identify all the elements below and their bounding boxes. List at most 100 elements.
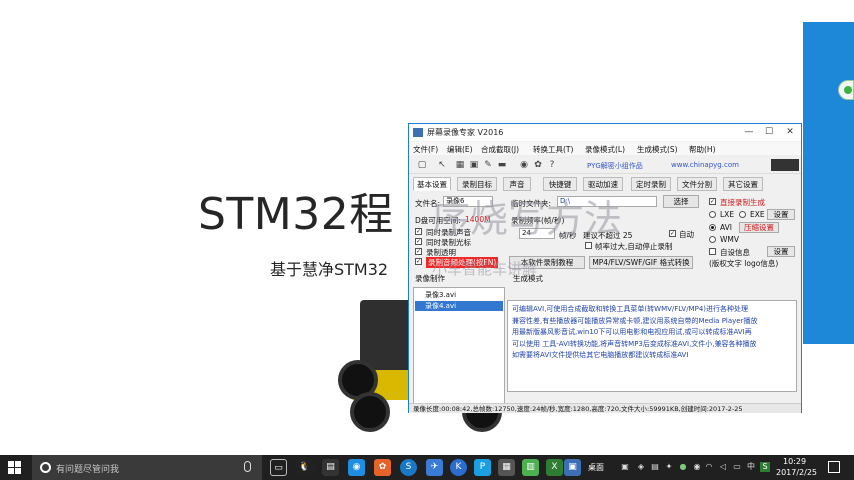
task-view-icon[interactable]: ▭ bbox=[270, 459, 287, 476]
info-line: 用最新版暴风影音试,win10下可以用电影和电视应用试,或可以转成标准AVI再 bbox=[512, 328, 752, 336]
info-line: 可以使用 工具-AVI转换功能,将声音转MP3后变成标准AVI,文件小,兼容各种… bbox=[512, 339, 757, 348]
app-icon[interactable]: ▥ bbox=[522, 459, 539, 476]
wrench-icon[interactable]: ✎ bbox=[483, 160, 493, 170]
tray-icon[interactable]: ▣ bbox=[620, 462, 630, 472]
tray-icon[interactable]: ▤ bbox=[650, 462, 660, 472]
notification-icon[interactable] bbox=[828, 461, 840, 473]
app-icon[interactable]: P bbox=[474, 459, 491, 476]
info-line: 如需要将AVI文件提供给其它电脑播放都建议转成标准AVI bbox=[512, 351, 689, 359]
info-line: 兼容性差,有些播放器可能播放异常或卡顿,建议用系统自带的Media Player… bbox=[512, 316, 758, 325]
checkbox-fps-overflow[interactable] bbox=[585, 242, 592, 249]
cortana-icon bbox=[40, 462, 51, 473]
checkbox-auto-fps-label: 自动 bbox=[679, 230, 694, 239]
slide-title: STM32程 bbox=[198, 189, 394, 240]
camera-icon[interactable]: ▬ bbox=[497, 160, 507, 170]
pyg-link[interactable]: PYG解密小组作品 bbox=[587, 161, 643, 171]
menu-help[interactable]: 帮助(H) bbox=[689, 144, 716, 155]
window-titlebar[interactable]: 屏幕录像专家 V2016 — ☐ ✕ bbox=[409, 124, 801, 141]
tray-icon[interactable]: S bbox=[760, 462, 770, 472]
wifi-icon[interactable]: ◠ bbox=[704, 462, 714, 472]
taskbar: 有问题尽管问我 ▭ 🐧 ▤ ◉ ✿ S ✈ K P ▦ ▥ X ▣ 桌面 ▣ ◈… bbox=[0, 455, 854, 480]
checkbox-auto-info[interactable] bbox=[709, 248, 716, 255]
tray-icon[interactable]: ◉ bbox=[692, 462, 702, 472]
checkbox-audio-process[interactable]: ✓ bbox=[415, 258, 422, 265]
format-convert-button[interactable]: MP4/FLV/SWF/GIF 格式转换 bbox=[589, 256, 693, 269]
compress-settings-button[interactable]: 压缩设置 bbox=[739, 222, 779, 233]
tab-other-settings[interactable]: 其它设置 bbox=[723, 177, 763, 191]
overlay-slide-subtitle: 小车智能车讲解 bbox=[432, 260, 538, 278]
tray-icon[interactable]: ◈ bbox=[636, 462, 646, 472]
slide-subtitle: 基于慧净STM32 bbox=[270, 260, 389, 279]
tab-file-split[interactable]: 文件分割 bbox=[677, 177, 717, 191]
app-icon[interactable]: ▤ bbox=[322, 459, 339, 476]
checkbox-auto-fps[interactable]: ✓ bbox=[669, 230, 676, 237]
clock-date[interactable]: 2017/2/25 bbox=[776, 468, 817, 477]
status-dot-icon bbox=[844, 86, 852, 94]
network-icon[interactable]: ▭ bbox=[732, 462, 742, 472]
set-button[interactable]: 设置 bbox=[767, 209, 795, 220]
recorder-taskbar-icon[interactable]: ▣ bbox=[564, 459, 581, 476]
windows-start-icon[interactable] bbox=[8, 461, 22, 475]
menu-record-mode[interactable]: 录像模式(L) bbox=[585, 144, 625, 155]
excel-icon[interactable]: X bbox=[546, 459, 563, 476]
new-icon[interactable]: ▢ bbox=[417, 160, 427, 170]
radio-exe-label: EXE bbox=[750, 210, 765, 219]
set-info-button[interactable]: 设置 bbox=[767, 246, 795, 257]
recording-list[interactable]: 录像3.avi 录像4.avi bbox=[413, 287, 505, 407]
radio-lxe-label: LXE bbox=[720, 210, 735, 219]
app-icon[interactable]: ✿ bbox=[374, 459, 391, 476]
toolbar: ▢ ↖ ▦ ▣ ✎ ▬ ◉ ✿ ? PYG解密小组作品 www.chinapyg… bbox=[409, 156, 801, 174]
tray-icon[interactable]: ✦ bbox=[664, 462, 674, 472]
menu-generate-mode[interactable]: 生成模式(S) bbox=[637, 144, 678, 155]
tab-timed-record[interactable]: 定时录制 bbox=[631, 177, 671, 191]
app-icon[interactable]: K bbox=[450, 459, 467, 476]
app-icon[interactable]: ◉ bbox=[348, 459, 365, 476]
app-icon[interactable]: ▦ bbox=[498, 459, 515, 476]
box-icon[interactable]: ▣ bbox=[469, 160, 479, 170]
cursor-icon[interactable]: ↖ bbox=[437, 160, 447, 170]
ime-icon[interactable]: 中 bbox=[746, 462, 756, 472]
search-box[interactable]: 有问题尽管问我 bbox=[32, 455, 262, 480]
close-icon[interactable]: ✕ bbox=[780, 124, 800, 141]
app-icon[interactable]: S bbox=[400, 459, 417, 476]
radio-wmv[interactable] bbox=[709, 236, 716, 243]
qq-icon[interactable]: 🐧 bbox=[296, 459, 313, 476]
preview-box bbox=[771, 159, 799, 171]
list-item[interactable]: 录像3.avi bbox=[415, 290, 503, 300]
checkbox-auto-info-label: 自设信息 bbox=[720, 248, 750, 257]
tray-icon[interactable]: ● bbox=[678, 462, 688, 472]
menu-tools[interactable]: 转换工具(T) bbox=[533, 144, 573, 155]
paint-icon[interactable]: ✿ bbox=[533, 160, 543, 170]
clock-time[interactable]: 10:29 bbox=[783, 457, 806, 466]
app-icon[interactable]: ✈ bbox=[426, 459, 443, 476]
info-line: 可编辑AVI,可使用合成截取和转换工具菜单(转WMV/FLV/MP4)进行各种处… bbox=[512, 305, 749, 313]
menu-bar: 文件(F) 编辑(E) 合成截取(J) 转换工具(T) 录像模式(L) 生成模式… bbox=[409, 142, 801, 155]
overlay-slide-title: 序烧写方法 bbox=[432, 197, 623, 241]
status-bar: 录像长度:00:08:42,总帧数:12750,速度:24帧/秒,宽度:1280… bbox=[409, 403, 801, 413]
radio-lxe[interactable] bbox=[709, 211, 716, 218]
help-icon[interactable]: ? bbox=[547, 160, 557, 170]
maximize-icon[interactable]: ☐ bbox=[759, 124, 779, 141]
desktop-label[interactable]: 桌面 bbox=[588, 462, 604, 473]
minimize-icon[interactable]: — bbox=[739, 124, 759, 141]
app-icon bbox=[413, 128, 423, 137]
menu-edit[interactable]: 编辑(E) bbox=[447, 144, 473, 155]
radio-avi[interactable] bbox=[709, 224, 716, 231]
list-item[interactable]: 录像4.avi bbox=[415, 301, 503, 311]
checkbox-record-sound[interactable]: ✓ bbox=[415, 228, 422, 235]
microphone-icon[interactable] bbox=[244, 461, 251, 472]
grid-icon[interactable]: ▦ bbox=[455, 160, 465, 170]
menu-file[interactable]: 文件(F) bbox=[413, 144, 438, 155]
website-link[interactable]: www.chinapyg.com bbox=[671, 161, 739, 169]
search-placeholder: 有问题尽管问我 bbox=[56, 465, 120, 475]
volume-icon[interactable]: ◁ bbox=[718, 462, 728, 472]
globe-icon[interactable]: ◉ bbox=[519, 160, 529, 170]
checkbox-direct-record-label: 直接录制生成 bbox=[720, 198, 765, 207]
checkbox-record-cursor[interactable]: ✓ bbox=[415, 238, 422, 245]
radio-avi-label: AVI bbox=[720, 223, 732, 232]
radio-exe[interactable] bbox=[739, 211, 746, 218]
browse-button[interactable]: 选择 bbox=[663, 195, 699, 208]
checkbox-record-transparent[interactable]: ✓ bbox=[415, 248, 422, 255]
menu-compose[interactable]: 合成截取(J) bbox=[481, 144, 519, 155]
checkbox-direct-record[interactable]: ✓ bbox=[709, 198, 716, 205]
